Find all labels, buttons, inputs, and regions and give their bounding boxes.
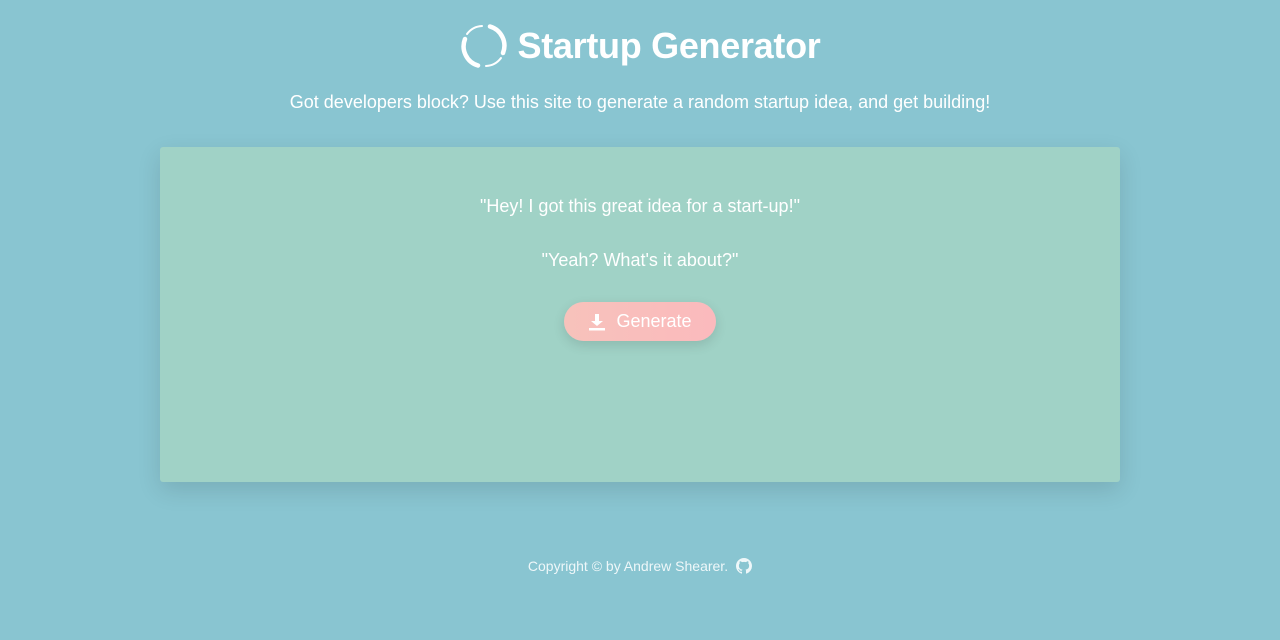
quote-response: "Yeah? What's it about?" [541, 250, 739, 270]
quote-question: "Hey! I got this great idea for a start-… [480, 196, 800, 216]
circular-arrows-icon [460, 24, 507, 68]
copyright-text: Copyright © by Andrew Shearer. [527, 558, 729, 574]
header: Startup Generator [0, 20, 1280, 72]
page-title: Startup Generator [517, 25, 821, 66]
page-subtitle: Got developers block? Use this site to g… [289, 92, 991, 112]
generate-button[interactable]: Generate [564, 302, 716, 341]
download-icon [589, 313, 606, 330]
generate-button-label: Generate [616, 311, 692, 331]
github-icon[interactable] [736, 558, 753, 574]
idea-card: "Hey! I got this great idea for a start-… [160, 147, 1120, 482]
footer: Copyright © by Andrew Shearer. [0, 558, 1280, 574]
